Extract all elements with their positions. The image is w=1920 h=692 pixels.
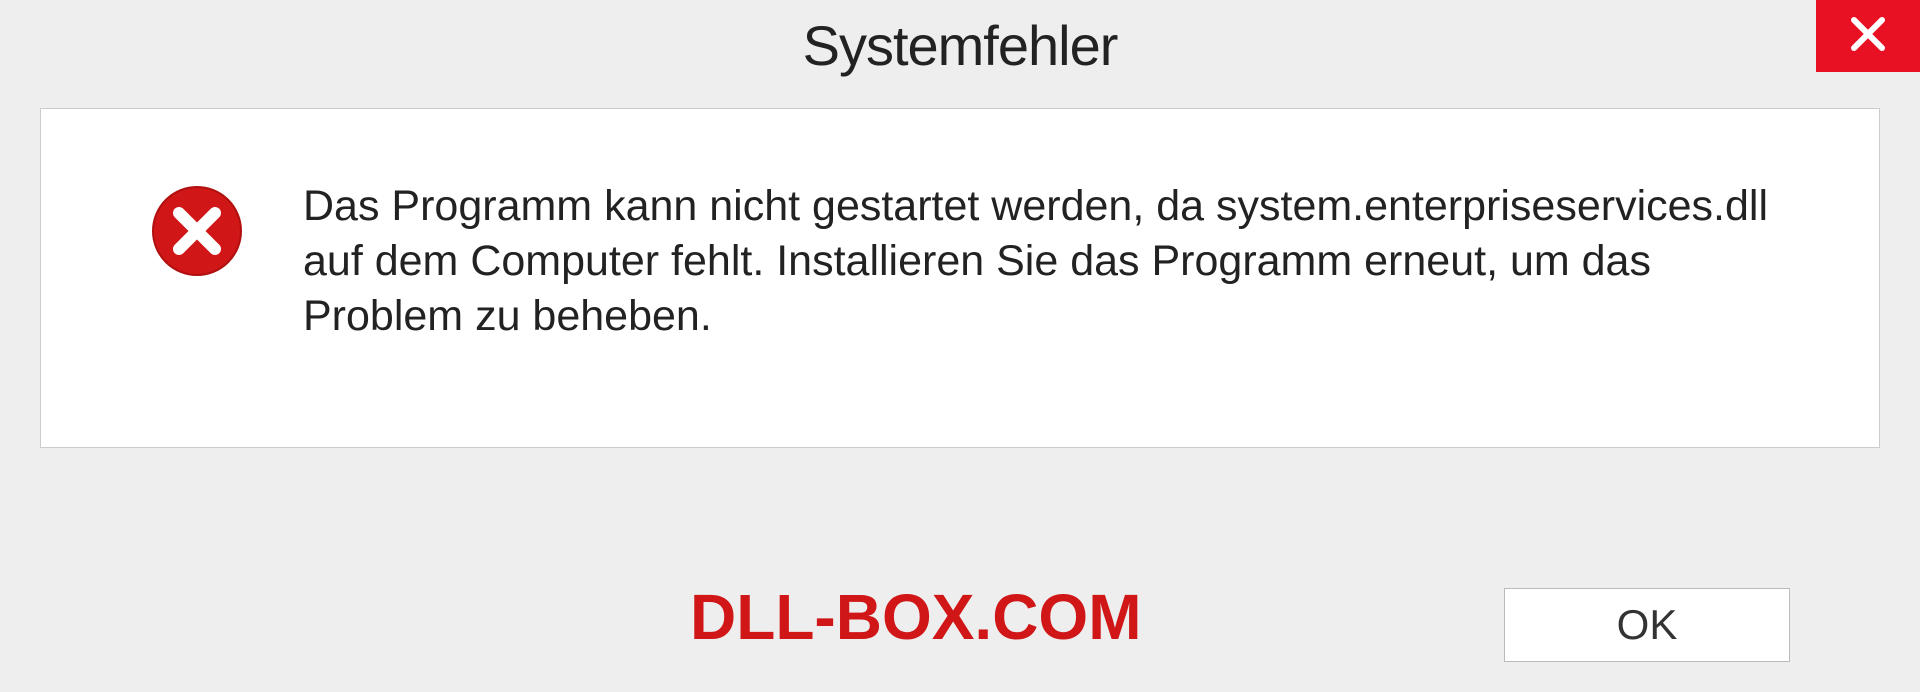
error-icon [151,185,243,277]
error-message: Das Programm kann nicht gestartet werden… [303,179,1783,344]
content-panel: Das Programm kann nicht gestartet werden… [40,108,1880,448]
watermark-text: DLL-BOX.COM [690,580,1142,654]
titlebar: Systemfehler [0,0,1920,90]
close-icon [1848,14,1888,59]
dialog-title: Systemfehler [803,13,1118,78]
close-button[interactable] [1816,0,1920,72]
ok-button[interactable]: OK [1504,588,1790,662]
footer: DLL-BOX.COM OK [0,588,1920,662]
